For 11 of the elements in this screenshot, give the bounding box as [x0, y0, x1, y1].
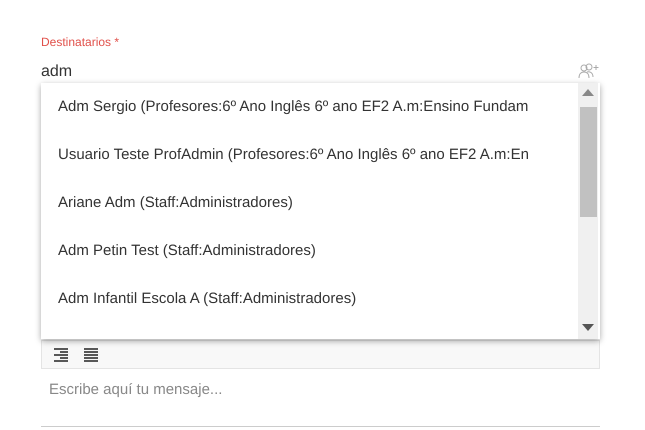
suggestion-item[interactable]: Adm Infantil Escola A (Staff:Administradores): [41, 275, 578, 323]
suggestion-item[interactable]: Ariane Adm (Staff:Administradores): [41, 179, 578, 227]
suggestion-item[interactable]: Adm Petin Test (Staff:Administradores): [41, 227, 578, 275]
suggestion-item[interactable]: Adm Sergio (Profesores:6º Ano Inglês 6º ano EF2 A.m:Ensino Fundam: [41, 83, 578, 131]
add-people-icon[interactable]: [578, 63, 600, 79]
suggestion-item[interactable]: Usuario Teste ProfAdmin (Profesores:6º Ano Inglês 6º ano EF2 A.m:En: [41, 131, 578, 179]
scroll-thumb[interactable]: [580, 107, 597, 217]
field-label: Destinatarios *: [41, 34, 120, 51]
scrollbar[interactable]: [578, 83, 598, 339]
scroll-down-icon[interactable]: [582, 324, 594, 331]
scroll-up-icon[interactable]: [582, 89, 594, 96]
